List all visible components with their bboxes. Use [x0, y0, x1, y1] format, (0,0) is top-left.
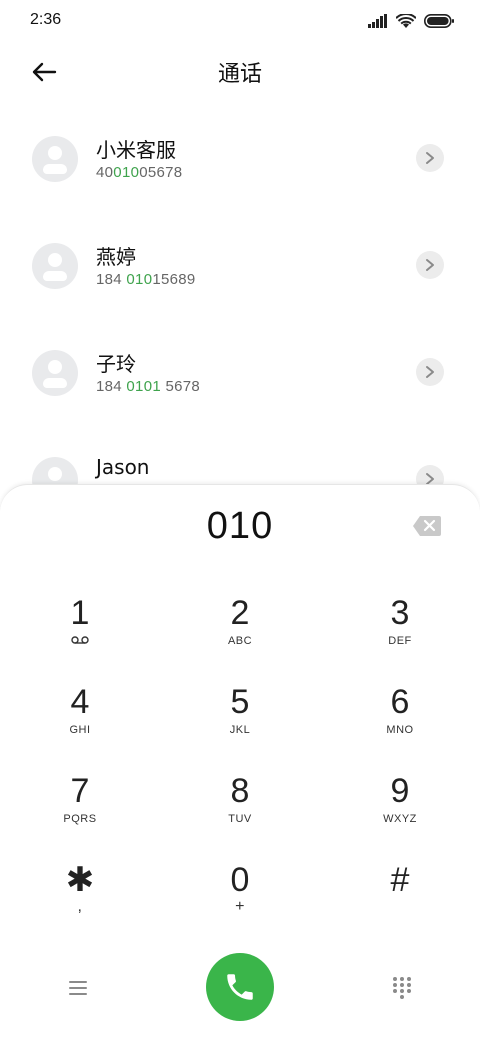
wifi-icon	[396, 13, 416, 28]
status-icons	[368, 12, 454, 30]
key-digit: 6	[390, 683, 410, 721]
page-title: 通话	[217, 62, 262, 87]
key-digit: 3	[390, 594, 410, 632]
header: 通话	[0, 44, 480, 100]
key-digit: 8	[230, 772, 250, 810]
number-part: 184	[96, 271, 127, 288]
contact-detail-button[interactable]	[416, 144, 444, 172]
key-7[interactable]: 7 PQRS	[20, 771, 140, 851]
avatar-icon	[32, 243, 78, 289]
chevron-right-icon	[426, 366, 434, 378]
status-bar: 2:36	[0, 0, 480, 40]
contact-row[interactable]: 小米客服 4001005678	[0, 108, 480, 215]
key-digit: #	[390, 861, 410, 899]
key-digit: 0	[230, 861, 250, 899]
contact-detail-button[interactable]	[416, 358, 444, 386]
key-digit: ✱	[65, 861, 95, 899]
contact-row[interactable]: 燕婷 184 01015689	[0, 215, 480, 322]
key-0[interactable]: 0 +	[180, 860, 300, 940]
number-part: 184	[96, 378, 127, 395]
key-8[interactable]: 8 TUV	[180, 771, 300, 851]
backspace-button[interactable]	[412, 515, 442, 537]
chevron-right-icon	[426, 152, 434, 164]
menu-icon	[69, 981, 87, 995]
backspace-icon	[413, 516, 441, 536]
chevron-right-icon	[426, 259, 434, 271]
key-letters: WXYZ	[383, 813, 417, 825]
key-digit: 1	[70, 594, 90, 632]
key-2[interactable]: 2 ABC	[180, 593, 300, 673]
contact-list: 小米客服 4001005678 燕婷 184 01015689 子玲 184 0101 5…	[0, 108, 480, 536]
key-6[interactable]: 6 MNO	[340, 682, 460, 762]
key-letters: ,	[77, 898, 83, 915]
signal-icon	[368, 14, 387, 28]
key-digit: 4	[70, 683, 90, 721]
contact-detail-button[interactable]	[416, 251, 444, 279]
key-letters: DEF	[388, 635, 412, 647]
battery-icon	[424, 14, 454, 28]
dialer-bottom-bar	[0, 953, 480, 1021]
key-letters: TUV	[228, 813, 252, 825]
key-star[interactable]: ✱,	[20, 860, 140, 940]
call-button[interactable]	[206, 953, 274, 1021]
key-9[interactable]: 9 WXYZ	[340, 771, 460, 851]
key-hash[interactable]: #	[340, 860, 460, 940]
dial-display: 010	[206, 505, 274, 547]
key-letters: MNO	[386, 724, 414, 736]
number-part: 15689	[152, 271, 196, 288]
keypad-toggle-button[interactable]	[384, 971, 420, 1005]
contact-name: Jason	[96, 455, 150, 479]
contact-name: 子玲	[96, 352, 136, 376]
number-part: 40	[96, 164, 114, 181]
key-digit: 2	[230, 594, 250, 632]
key-digit: 7	[70, 772, 90, 810]
contact-name: 小米客服	[96, 138, 176, 162]
key-letters: GHI	[69, 724, 91, 736]
key-5[interactable]: 5 JKL	[180, 682, 300, 762]
key-letters: ABC	[227, 635, 253, 647]
key-4[interactable]: 4 GHI	[20, 682, 140, 762]
dialpad-icon	[393, 977, 411, 999]
key-3[interactable]: 3 DEF	[340, 593, 460, 673]
status-time: 2:36	[30, 11, 62, 28]
number-part: 5678	[160, 378, 201, 395]
key-letters: PQRS	[63, 813, 97, 825]
key-digit: 5	[230, 683, 250, 721]
key-letters: +	[235, 898, 245, 915]
contact-number: 184 01015689	[96, 271, 196, 288]
contact-number: 4001005678	[96, 164, 182, 181]
key-digit: 9	[390, 772, 410, 810]
contact-number: 184 0101 5678	[96, 378, 200, 395]
avatar-icon	[32, 350, 78, 396]
number-match-highlight: 0101	[126, 378, 161, 395]
number-match-highlight: 010	[113, 164, 140, 181]
key-1[interactable]: 1	[20, 593, 140, 673]
number-match-highlight: 010	[126, 271, 153, 288]
phone-icon	[227, 974, 253, 1000]
dialer-panel: 010 1 2 ABC 3 DEF 4 GHI 5 JKL 6 MNO 7 PQRS 8 TUV 9 WXYZ ✱…	[0, 484, 480, 1041]
contact-row[interactable]: 子玲 184 0101 5678	[0, 322, 480, 429]
number-part: 05678	[139, 164, 183, 181]
voicemail-icon	[20, 635, 140, 647]
menu-button[interactable]	[60, 973, 96, 1003]
contact-name: 燕婷	[96, 245, 136, 269]
avatar-icon	[32, 136, 78, 182]
key-letters: JKL	[229, 724, 251, 736]
